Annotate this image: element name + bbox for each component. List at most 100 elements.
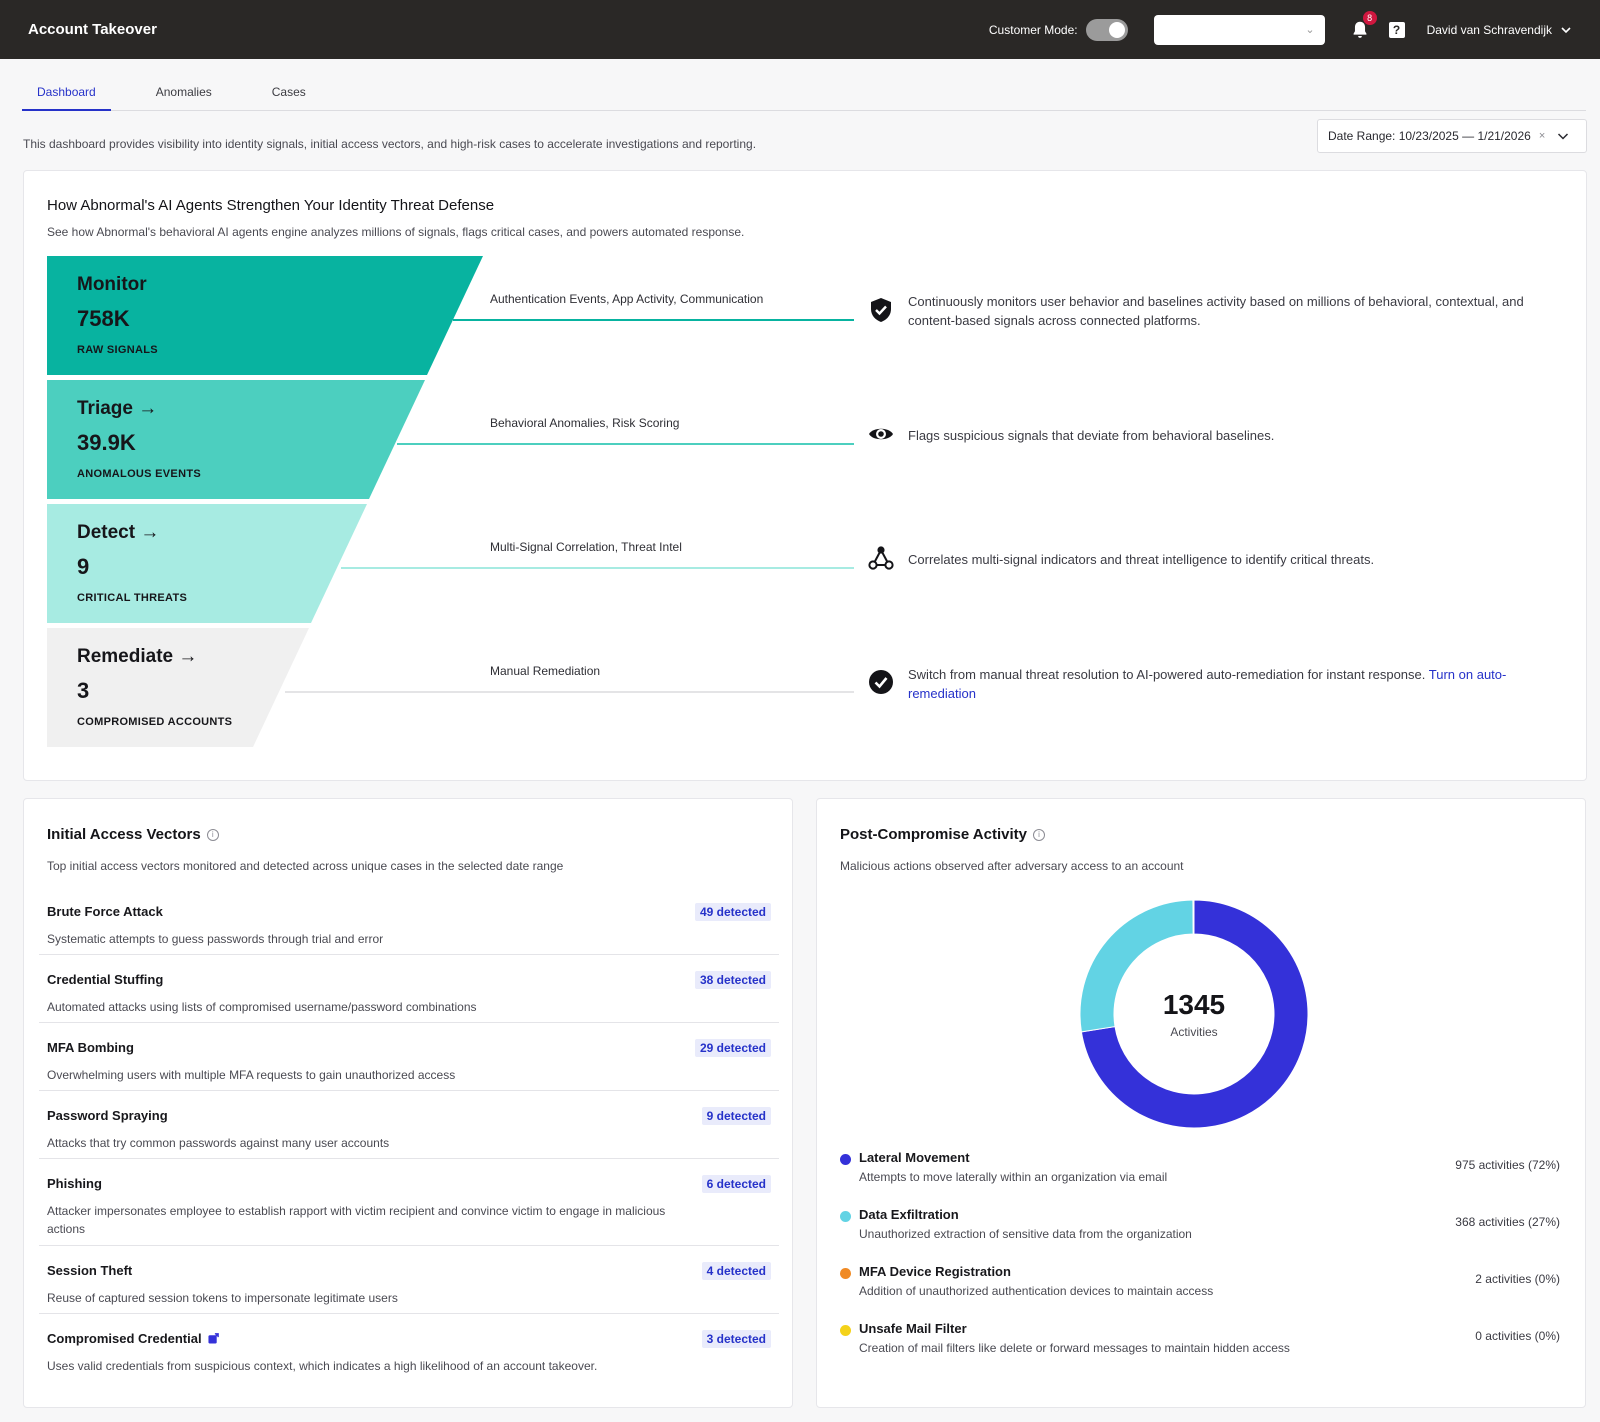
detected-badge: 38 detected <box>694 971 771 989</box>
dashboard-intro: This dashboard provides visibility into … <box>23 137 757 151</box>
remediate-description: Switch from manual threat resolution to … <box>908 667 1426 682</box>
stage-description: Switch from manual threat resolution to … <box>908 665 1548 703</box>
stage-value: 9 <box>77 554 90 579</box>
panel-title-text: Initial Access Vectors <box>47 826 201 843</box>
stage-detect[interactable]: Detect → 9 CRITICAL THREATS <box>77 522 187 604</box>
activity-donut-chart: 1345 Activities <box>1079 899 1309 1129</box>
legend-dot <box>840 1325 851 1336</box>
total-activities-label: Activities <box>1170 1025 1218 1039</box>
list-item[interactable]: MFA Bombing 29 detected Overwhelming use… <box>39 1023 779 1091</box>
list-item[interactable]: Session Theft 4 detected Reuse of captur… <box>39 1246 779 1314</box>
top-bar: Account Takeover Customer Mode: ⌄ 8 ? Da… <box>0 0 1600 59</box>
network-icon <box>868 546 894 570</box>
vector-description: Systematic attempts to guess passwords t… <box>47 932 384 946</box>
list-item[interactable]: Compromised Credential 3 detected Uses v… <box>39 1314 779 1382</box>
tab-dashboard[interactable]: Dashboard <box>22 75 111 111</box>
chevron-down-icon[interactable] <box>1560 24 1572 36</box>
clear-date-icon[interactable]: × <box>1539 130 1545 142</box>
panel-title: Initial Access Vectors i <box>47 826 219 843</box>
list-item[interactable]: Phishing 6 detected Attacker impersonate… <box>39 1159 779 1246</box>
panel-subtitle: Malicious actions observed after adversa… <box>840 859 1184 873</box>
legend-name: Lateral Movement <box>859 1150 970 1165</box>
flow-label: Manual Remediation <box>490 664 601 678</box>
legend-value: 368 activities (27%) <box>1455 1215 1560 1229</box>
shield-check-icon <box>871 298 891 322</box>
detected-badge: 4 detected <box>701 1262 771 1280</box>
vector-name: Brute Force Attack <box>47 904 163 919</box>
date-range-picker[interactable]: Date Range: 10/23/2025 — 1/21/2026 × <box>1317 119 1587 153</box>
legend-item-data-exfiltration[interactable]: Data Exfiltration Unauthorized extractio… <box>840 1207 1560 1247</box>
stage-value: 3 <box>77 678 90 703</box>
list-item[interactable]: Password Spraying 9 detected Attacks tha… <box>39 1091 779 1159</box>
list-item[interactable]: Credential Stuffing 38 detected Automate… <box>39 955 779 1023</box>
legend-dot <box>840 1211 851 1222</box>
notifications-button[interactable]: 8 <box>1349 10 1377 41</box>
legend-dot <box>840 1154 851 1165</box>
date-range-label: Date Range: 10/23/2025 — 1/21/2026 <box>1328 129 1531 143</box>
chevron-down-icon[interactable] <box>1557 130 1569 142</box>
legend-name: Data Exfiltration <box>859 1207 959 1222</box>
vector-list: Brute Force Attack 49 detected Systemati… <box>39 887 779 1382</box>
vector-name: Phishing <box>47 1176 102 1191</box>
stage-name: Triage → <box>77 398 158 419</box>
legend-value: 2 activities (0%) <box>1475 1272 1560 1286</box>
notification-badge: 8 <box>1362 10 1377 25</box>
customer-mode-toggle[interactable] <box>1085 18 1128 41</box>
stage-triage[interactable]: Triage → 39.9K ANOMALOUS EVENTS <box>77 398 201 480</box>
tab-cases[interactable]: Cases <box>257 75 321 110</box>
legend-dot <box>840 1268 851 1279</box>
external-link-icon[interactable] <box>208 1333 219 1344</box>
tenant-select[interactable]: ⌄ <box>1153 14 1325 45</box>
stage-description: Flags suspicious signals that deviate fr… <box>908 428 1275 443</box>
vector-description: Attacks that try common passwords agains… <box>47 1136 390 1150</box>
panel-title: Post-Compromise Activity i <box>840 826 1045 843</box>
legend-description: Attempts to move laterally within an org… <box>859 1170 1168 1184</box>
legend-value: 975 activities (72%) <box>1455 1158 1560 1172</box>
vector-description: Attacker impersonates employee to establ… <box>47 1204 666 1236</box>
vector-name: Credential Stuffing <box>47 972 164 987</box>
flow-label: Multi-Signal Correlation, Threat Intel <box>490 540 682 554</box>
stage-monitor: Monitor 758K RAW SIGNALS <box>77 274 158 356</box>
eye-icon <box>869 428 893 440</box>
tab-bar: Dashboard Anomalies Cases <box>22 75 1586 111</box>
legend-item-lateral-movement[interactable]: Lateral Movement Attempts to move latera… <box>840 1150 1560 1190</box>
stage-value: 39.9K <box>77 430 136 455</box>
vector-description: Automated attacks using lists of comprom… <box>47 1000 477 1014</box>
legend-description: Creation of mail filters like delete or … <box>859 1341 1290 1355</box>
info-icon[interactable]: i <box>206 829 219 841</box>
stage-remediate[interactable]: Remediate → 3 COMPROMISED ACCOUNTS <box>77 646 232 728</box>
vector-name: Compromised Credential <box>47 1331 219 1346</box>
panel-title-text: Post-Compromise Activity <box>840 826 1027 843</box>
vector-name-text: Compromised Credential <box>47 1331 202 1346</box>
list-item[interactable]: Brute Force Attack 49 detected Systemati… <box>39 887 779 955</box>
detected-badge: 29 detected <box>694 1039 771 1057</box>
user-menu[interactable]: David van Schravendijk <box>1427 23 1552 37</box>
app-title: Account Takeover <box>28 21 157 38</box>
help-icon[interactable]: ? <box>1388 21 1405 38</box>
legend-item-mfa-device-registration[interactable]: MFA Device Registration Addition of unau… <box>840 1264 1560 1304</box>
legend-name: MFA Device Registration <box>859 1264 1011 1279</box>
stage-caption: COMPROMISED ACCOUNTS <box>77 716 233 728</box>
stage-name: Detect → <box>77 522 160 543</box>
stage-name: Remediate → <box>77 646 198 667</box>
initial-access-vectors-panel: Initial Access Vectors i Top initial acce… <box>23 798 793 1408</box>
stage-description: Continuously monitors user behavior and … <box>908 294 1524 328</box>
tab-anomalies[interactable]: Anomalies <box>141 75 227 110</box>
stage-caption: CRITICAL THREATS <box>77 592 188 604</box>
customer-mode-label: Customer Mode: <box>988 22 1078 37</box>
legend-description: Addition of unauthorized authentication … <box>859 1284 1214 1298</box>
toggle-knob <box>1108 21 1125 38</box>
post-compromise-panel: Post-Compromise Activity i Malicious acti… <box>816 798 1586 1408</box>
vector-name: MFA Bombing <box>47 1040 134 1055</box>
legend-description: Unauthorized extraction of sensitive dat… <box>859 1227 1192 1241</box>
donut-center: 1345 Activities <box>1079 899 1309 1129</box>
panel-subtitle: Top initial access vectors monitored and… <box>47 859 564 873</box>
stage-value: 758K <box>77 306 130 331</box>
info-icon[interactable]: i <box>1032 829 1045 841</box>
stage-description: Correlates multi-signal indicators and t… <box>908 552 1375 567</box>
legend-item-unsafe-mail-filter[interactable]: Unsafe Mail Filter Creation of mail filt… <box>840 1321 1560 1361</box>
detected-badge: 49 detected <box>694 903 771 921</box>
flow-label: Behavioral Anomalies, Risk Scoring <box>490 416 680 430</box>
identity-defense-panel: How Abnormal's AI Agents Strengthen Your… <box>23 170 1587 781</box>
stage-name: Monitor <box>77 274 147 295</box>
